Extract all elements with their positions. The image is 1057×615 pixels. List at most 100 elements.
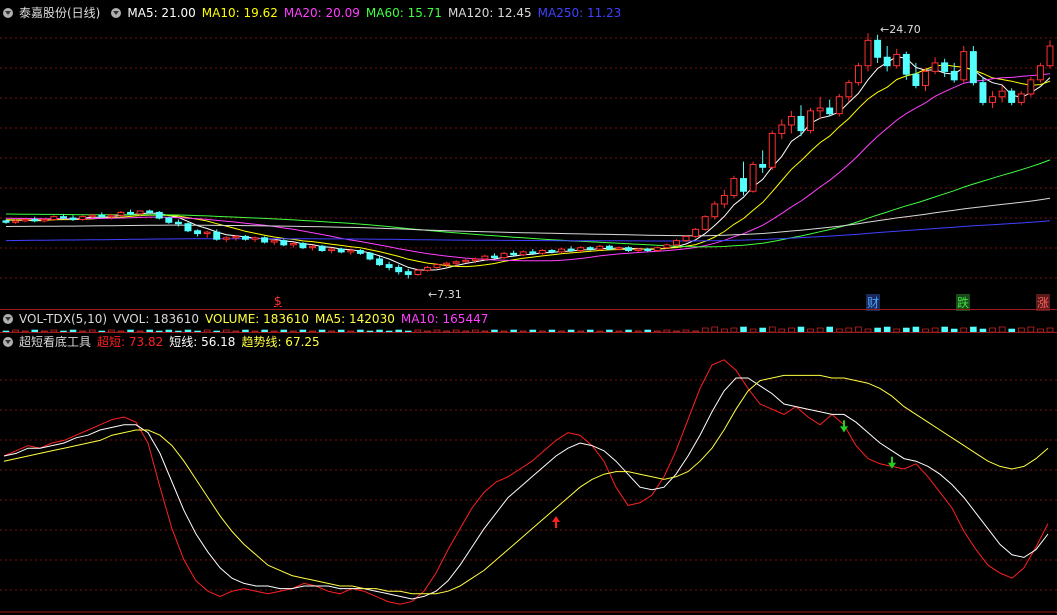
candle-down	[59, 216, 67, 219]
candle-up	[730, 178, 738, 196]
up-arrow-icon	[552, 516, 560, 528]
candle-up	[222, 237, 230, 240]
high-arrow-icon: ←	[880, 23, 890, 36]
candle-down	[155, 211, 163, 219]
candle-up	[931, 62, 939, 72]
candle-up	[40, 218, 48, 222]
panel-divider-volume	[0, 332, 1057, 333]
candle-up	[251, 237, 259, 240]
candle-up	[807, 110, 815, 132]
candle-up	[845, 82, 853, 98]
panel-divider-price	[0, 309, 1057, 310]
candle-up	[653, 247, 661, 252]
candle-up	[701, 216, 709, 230]
candle-down	[299, 242, 307, 249]
candle-up	[79, 216, 87, 220]
candle-up	[309, 245, 316, 249]
candle-down	[912, 73, 920, 86]
candle-down	[605, 245, 613, 250]
candle-up	[117, 211, 125, 216]
candle-up	[136, 210, 144, 215]
candle-up	[960, 51, 968, 81]
candle-up	[462, 259, 470, 263]
trend-line	[3, 374, 1049, 595]
candle-down	[280, 240, 288, 246]
candle-up	[519, 251, 527, 256]
candle-up	[720, 194, 728, 205]
stock-chart[interactable]	[0, 0, 1057, 615]
candle-down	[337, 248, 345, 253]
candle-down	[127, 211, 134, 215]
candle-down	[797, 116, 805, 132]
candle-up	[232, 235, 240, 239]
candle-down	[759, 163, 767, 168]
candle-up	[864, 39, 872, 67]
candle-down	[567, 248, 575, 252]
candle-up	[328, 248, 336, 252]
candlesticks	[2, 33, 1054, 279]
candle-down	[261, 237, 269, 243]
candle-up	[711, 203, 719, 218]
candle-down	[941, 62, 949, 72]
candle-up	[577, 247, 585, 252]
candle-down	[376, 258, 384, 266]
candle-up	[692, 228, 700, 237]
candle-up	[289, 242, 297, 246]
candle-up	[816, 107, 824, 112]
grid-lines	[0, 37, 1057, 613]
candle-up	[21, 218, 29, 222]
event-marker-dollar[interactable]: $	[274, 294, 282, 308]
candle-up	[998, 90, 1006, 98]
candle-down	[883, 56, 891, 67]
candle-down	[385, 264, 393, 268]
candle-up	[50, 216, 58, 220]
candle-down	[404, 271, 412, 275]
candle-down	[174, 221, 182, 225]
candle-down	[826, 107, 834, 115]
candle-up	[107, 214, 115, 218]
low-price-label: ←7.31	[428, 288, 462, 301]
candle-up	[347, 250, 355, 253]
candle-up	[481, 255, 489, 260]
candle-up	[500, 252, 508, 259]
candle-down	[491, 255, 498, 259]
candle-up	[1036, 65, 1044, 81]
candle-up	[538, 250, 546, 254]
candle-down	[644, 248, 652, 252]
candle-down	[184, 223, 192, 232]
candle-down	[318, 245, 326, 252]
candle-down	[356, 250, 364, 254]
candle-up	[672, 240, 680, 246]
candle-up	[682, 235, 690, 242]
candle-down	[740, 178, 747, 192]
high-price-label: ←24.70	[880, 23, 921, 36]
candle-down	[950, 70, 958, 81]
candle-up	[558, 248, 565, 253]
candle-up	[1046, 45, 1054, 67]
candle-down	[979, 82, 987, 103]
candle-up	[893, 53, 901, 67]
candle-up	[443, 262, 451, 266]
candle-down	[625, 247, 633, 252]
candle-down	[146, 210, 154, 213]
candle-up	[270, 240, 278, 243]
candle-down	[2, 220, 10, 223]
candle-down	[586, 247, 594, 250]
candle-down	[902, 53, 910, 75]
candle-down	[165, 217, 173, 223]
candle-down	[366, 252, 374, 260]
candle-up	[749, 163, 757, 192]
candle-up	[634, 248, 642, 252]
candle-down	[31, 218, 39, 222]
candle-down	[194, 230, 202, 235]
candle-down	[969, 51, 977, 84]
candle-up	[88, 214, 96, 218]
candle-down	[395, 266, 403, 273]
candle-up	[835, 96, 843, 115]
candle-up	[12, 220, 20, 223]
candle-up	[922, 70, 929, 86]
candle-up	[423, 266, 431, 271]
ma60-line	[5, 159, 1051, 248]
candle-up	[854, 65, 862, 84]
moving-average-lines	[5, 56, 1051, 271]
